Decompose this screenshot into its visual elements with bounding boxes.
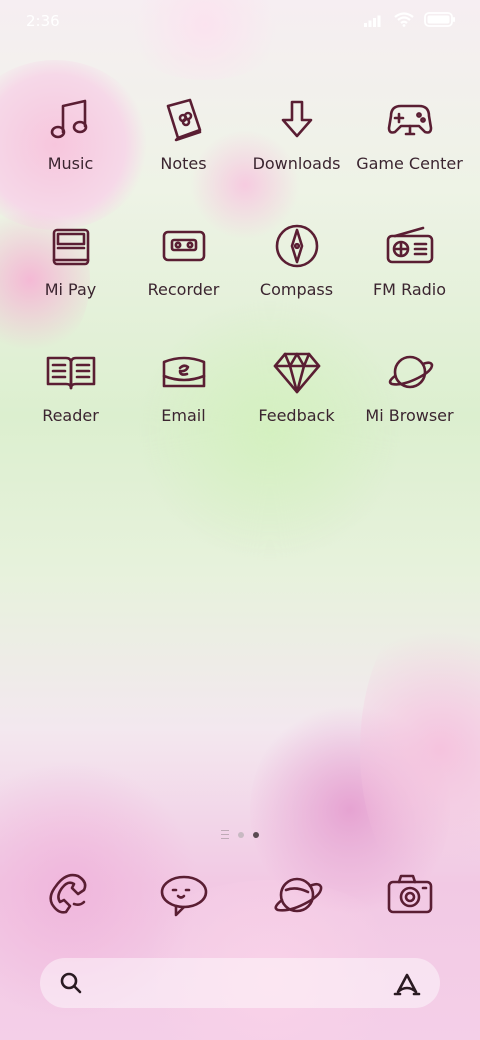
app-label: Email [161,406,206,425]
app-music[interactable]: Music [14,92,127,184]
gamepad-icon [382,92,438,148]
status-icons [364,12,456,27]
app-game-center[interactable]: Game Center [353,92,466,184]
page-indicator-menu[interactable] [221,830,229,839]
app-label: Mi Pay [44,280,97,299]
page-dot[interactable] [238,831,244,838]
page-indicator[interactable] [0,830,480,839]
notes-icon [156,92,212,148]
app-reader[interactable]: Reader [14,344,127,436]
music-icon [43,92,99,148]
cassette-icon [156,218,212,274]
app-label: Music [47,154,94,173]
radio-icon [382,218,438,274]
assistant-icon[interactable] [392,970,422,996]
wallet-icon [43,218,99,274]
diamond-icon [269,344,325,400]
page-dot-active[interactable] [253,831,259,838]
chat-bubble-icon [155,866,213,924]
dock-browser[interactable] [240,866,353,924]
app-label: Downloads [252,154,341,173]
camera-icon [381,866,439,924]
search-icon[interactable] [58,970,84,996]
app-label: Feedback [258,406,335,425]
book-icon [43,344,99,400]
status-time: 2:36 [26,12,60,30]
app-label: FM Radio [372,280,447,299]
download-icon [269,92,325,148]
dock-phone[interactable] [14,866,127,924]
planet-icon [268,866,326,924]
dock [14,866,466,924]
app-fm-radio[interactable]: FM Radio [353,218,466,310]
app-downloads[interactable]: Downloads [240,92,353,184]
battery-icon [424,12,455,27]
app-compass[interactable]: Compass [240,218,353,310]
app-label: Compass [259,280,334,299]
wifi-icon [394,12,414,27]
app-grid: Music Notes Downloads Game Center Mi Pay… [14,92,466,436]
app-feedback[interactable]: Feedback [240,344,353,436]
app-label: Reader [42,406,99,425]
status-bar: 2:36 [0,0,480,40]
dock-camera[interactable] [353,866,466,924]
email-icon [156,344,212,400]
app-email[interactable]: Email [127,344,240,436]
search-bar[interactable] [40,958,440,1008]
app-label: Mi Browser [365,406,454,425]
app-notes[interactable]: Notes [127,92,240,184]
app-recorder[interactable]: Recorder [127,218,240,310]
app-label: Game Center [356,154,463,173]
app-label: Notes [160,154,207,173]
app-label: Recorder [147,280,220,299]
dock-messages[interactable] [127,866,240,924]
app-mi-browser[interactable]: Mi Browser [353,344,466,436]
signal-icon [364,15,381,27]
compass-icon [269,218,325,274]
phone-icon [42,866,100,924]
app-mi-pay[interactable]: Mi Pay [14,218,127,310]
planet-icon [382,344,438,400]
